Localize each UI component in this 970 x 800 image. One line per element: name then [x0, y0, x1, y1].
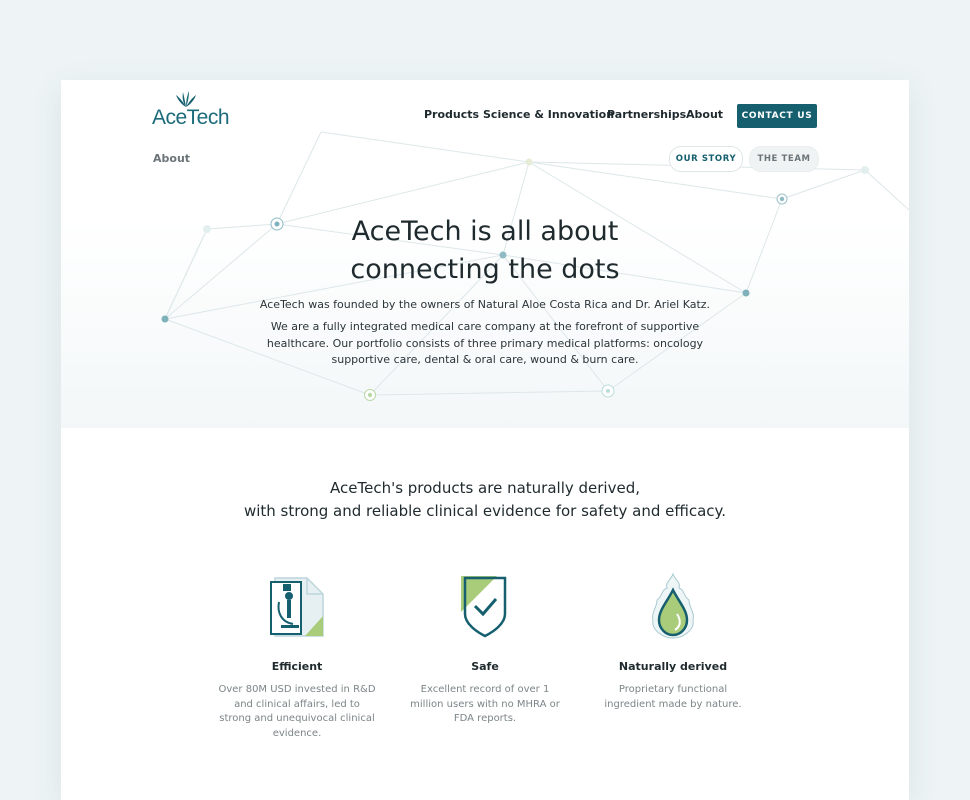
feature-title: Efficient — [271, 660, 323, 673]
hero-title: AceTech is all about connecting the dots — [285, 213, 685, 289]
contact-us-button[interactable]: CONTACT US — [737, 104, 817, 128]
feature-description: Proprietary functional ingredient made b… — [604, 684, 742, 710]
our-story-tab[interactable]: OUR STORY — [669, 146, 743, 172]
products-tagline: AceTech's products are naturally derived… — [185, 477, 785, 523]
tagline-line-1: AceTech's products are naturally derived… — [330, 479, 640, 497]
feature-title: Naturally derived — [618, 660, 728, 673]
hero-paragraph: We are a fully integrated medical care c… — [266, 320, 704, 366]
feature-description: Excellent record of over 1 million users… — [410, 684, 560, 724]
hero-title-line-1: AceTech is all about — [351, 216, 619, 247]
logo-text: AceTech — [152, 106, 230, 129]
acetech-logo[interactable]: AceTech — [152, 90, 230, 130]
shield-check-icon — [461, 576, 507, 638]
hero-section: AceTech Products Science & Innovation Pa… — [61, 80, 909, 428]
page-card: AceTech Products Science & Innovation Pa… — [61, 80, 909, 800]
nav-science-innovation[interactable]: Science & Innovation — [483, 108, 614, 121]
aloe-drop-icon — [652, 572, 694, 639]
breadcrumb: About — [153, 152, 191, 165]
the-team-tab[interactable]: THE TEAM — [749, 146, 819, 172]
feature-description: Over 80M USD invested in R&D and clinica… — [218, 684, 376, 739]
hero-title-line-2: connecting the dots — [350, 254, 620, 285]
hero-intro: AceTech was founded by the owners of Nat… — [259, 298, 711, 311]
nav-about[interactable]: About — [686, 108, 723, 121]
nav-partnerships[interactable]: Partnerships — [607, 108, 686, 121]
tagline-line-2: with strong and reliable clinical eviden… — [243, 502, 727, 520]
nav-products[interactable]: Products — [424, 108, 479, 121]
feature-title: Safe — [471, 660, 499, 673]
microscope-document-icon — [270, 577, 324, 637]
